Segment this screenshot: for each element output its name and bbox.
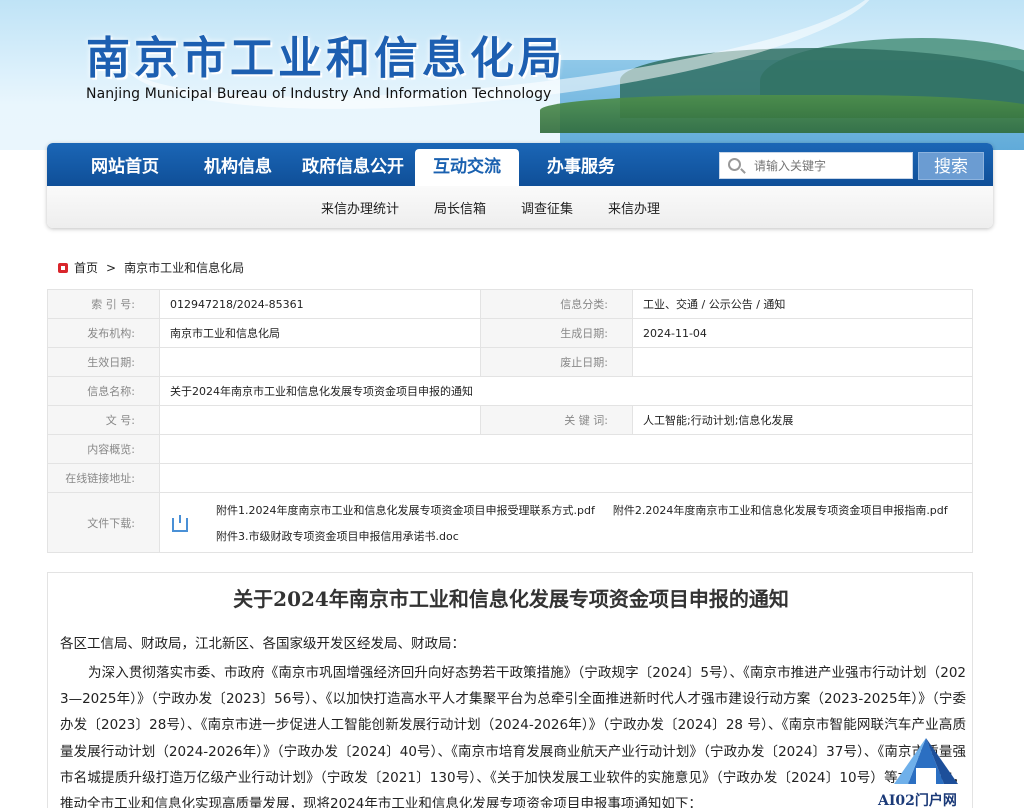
category-value: 工业、交通 / 公示公告 / 通知 <box>632 289 973 319</box>
download-cell: 附件1.2024年度南京市工业和信息化发展专项资金项目申报受理联系方式.pdf 附… <box>159 492 976 553</box>
category-label: 信息分类: <box>480 289 633 319</box>
index-label: 索 引 号: <box>47 289 160 319</box>
search-input[interactable] <box>754 156 904 176</box>
expire-label: 废止日期: <box>480 347 633 377</box>
file-list: 附件1.2024年度南京市工业和信息化发展专项资金项目申报受理联系方式.pdf 附… <box>216 498 976 550</box>
info-table: 索 引 号: 012947218/2024-85361 信息分类: 工业、交通 … <box>47 289 973 553</box>
breadcrumb-separator: > <box>106 261 117 275</box>
search-box <box>719 152 913 179</box>
nav-item-home[interactable]: 网站首页 <box>69 143 181 186</box>
subnav-letter-stats[interactable]: 来信办理统计 <box>321 198 399 217</box>
effective-value <box>159 347 481 377</box>
date-value: 2024-11-04 <box>632 318 973 348</box>
subnav-director-mailbox[interactable]: 局长信箱 <box>434 198 486 217</box>
link-label: 在线链接地址: <box>47 463 160 493</box>
index-value: 012947218/2024-85361 <box>159 289 481 319</box>
subnav-letter-handling[interactable]: 来信办理 <box>608 198 660 217</box>
article-paragraph: 为深入贯彻落实市委、市政府《南京市巩固增强经济回升向好态势若干政策措施》（宁政规… <box>60 665 966 808</box>
article-salutation: 各区工信局、财政局，江北新区、各国家级开发区经发局、财政局： <box>60 636 465 652</box>
name-label: 信息名称: <box>47 376 160 406</box>
nav-secondary: 来信办理统计 局长信箱 调查征集 来信办理 <box>47 186 993 228</box>
article-title: 关于2024年南京市工业和信息化发展专项资金项目申报的通知 <box>233 587 789 611</box>
table-row: 生效日期: 废止日期: <box>47 347 973 377</box>
keywords-label: 关 键 词: <box>480 405 633 435</box>
docno-value <box>159 405 481 435</box>
expire-value <box>632 347 973 377</box>
download-label: 文件下载: <box>47 492 160 553</box>
file-link-2[interactable]: 附件2.2024年度南京市工业和信息化发展专项资金项目申报指南.pdf <box>613 504 948 517</box>
watermark-logo-icon <box>894 738 958 784</box>
nav-item-gov-info[interactable]: 政府信息公开 <box>295 143 411 186</box>
name-value: 关于2024年南京市工业和信息化发展专项资金项目申报的通知 <box>159 376 973 406</box>
date-label: 生成日期: <box>480 318 633 348</box>
breadcrumb-current[interactable]: 南京市工业和信息化局 <box>124 261 244 275</box>
table-row: 索 引 号: 012947218/2024-85361 信息分类: 工业、交通 … <box>47 289 973 319</box>
subnav-survey[interactable]: 调查征集 <box>521 198 573 217</box>
watermark-text: AI02门户网 <box>878 793 957 808</box>
publisher-label: 发布机构: <box>47 318 160 348</box>
table-row: 文 号: 关 键 词: 人工智能;行动计划;信息化发展 <box>47 405 973 435</box>
table-row: 发布机构: 南京市工业和信息化局 生成日期: 2024-11-04 <box>47 318 973 348</box>
table-row: 内容概览: <box>47 434 973 464</box>
summary-value <box>159 434 973 464</box>
effective-label: 生效日期: <box>47 347 160 377</box>
download-icon[interactable] <box>172 514 188 532</box>
banner-shore <box>540 95 1024 133</box>
search-icon <box>728 158 741 171</box>
summary-label: 内容概览: <box>47 434 160 464</box>
file-link-1[interactable]: 附件1.2024年度南京市工业和信息化发展专项资金项目申报受理联系方式.pdf <box>216 504 595 517</box>
nav-item-services[interactable]: 办事服务 <box>527 143 635 186</box>
keywords-value: 人工智能;行动计划;信息化发展 <box>632 405 973 435</box>
breadcrumb-home[interactable]: 首页 <box>74 261 98 275</box>
search-button[interactable]: 搜索 <box>918 152 984 180</box>
main-nav: 网站首页 机构信息 政府信息公开 互动交流 办事服务 搜索 来信办理统计 局长信… <box>47 143 993 228</box>
header-banner: 南京市工业和信息化局 Nanjing Municipal Bureau of I… <box>0 0 1024 150</box>
nav-item-org[interactable]: 机构信息 <box>187 143 289 186</box>
nav-item-interaction[interactable]: 互动交流 <box>415 149 519 186</box>
table-row: 信息名称: 关于2024年南京市工业和信息化发展专项资金项目申报的通知 <box>47 376 973 406</box>
page: 南京市工业和信息化局 Nanjing Municipal Bureau of I… <box>0 0 1024 808</box>
docno-label: 文 号: <box>47 405 160 435</box>
site-title[interactable]: 南京市工业和信息化局 <box>86 22 566 86</box>
link-value <box>159 463 973 493</box>
breadcrumb: 首页 > 南京市工业和信息化局 <box>58 259 252 276</box>
nav-primary: 网站首页 机构信息 政府信息公开 互动交流 办事服务 搜索 <box>47 143 993 186</box>
publisher-value: 南京市工业和信息化局 <box>159 318 481 348</box>
home-icon <box>58 263 68 273</box>
table-row: 文件下载: 附件1.2024年度南京市工业和信息化发展专项资金项目申报受理联系方… <box>47 492 976 553</box>
site-subtitle: Nanjing Municipal Bureau of Industry And… <box>86 86 552 102</box>
watermark: AI02门户网 <box>876 732 976 808</box>
file-link-3[interactable]: 附件3.市级财政专项资金项目申报信用承诺书.doc <box>216 530 459 543</box>
table-row: 在线链接地址: <box>47 463 973 493</box>
